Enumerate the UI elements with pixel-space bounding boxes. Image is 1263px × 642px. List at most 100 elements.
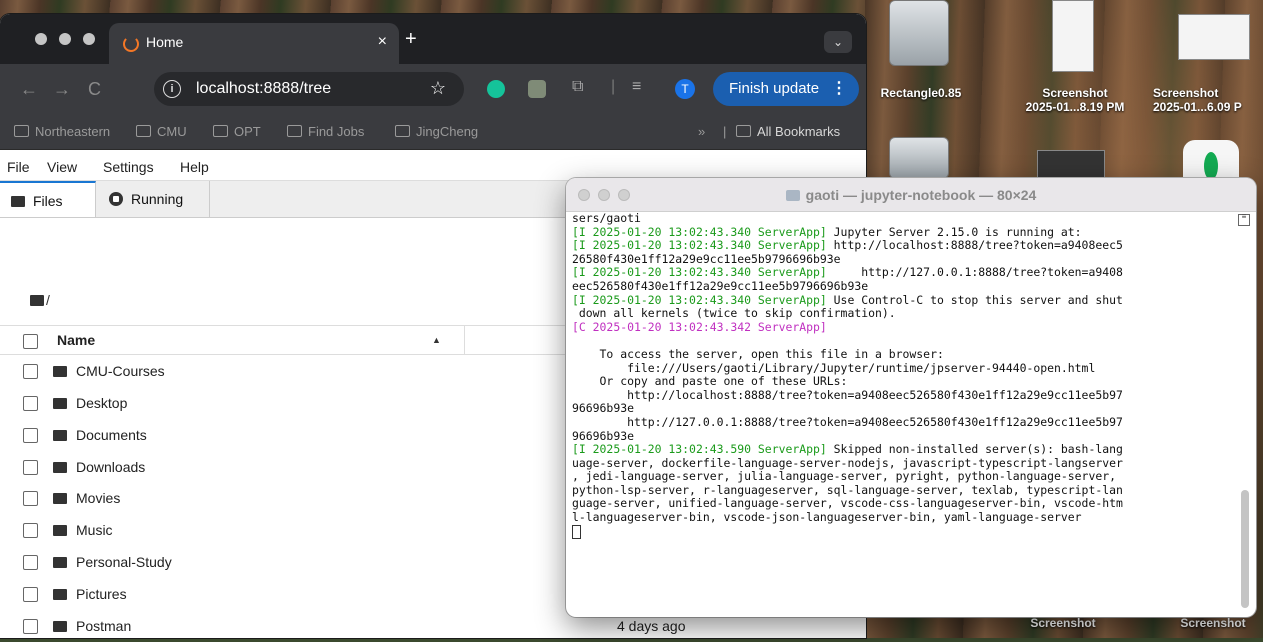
- terminal-line: eec526580f430e1ff12a29e9cc11ee5b9796696b…: [572, 279, 1232, 294]
- terminal-output[interactable]: sers/gaoti [I 2025-01-20 13:02:43.340 Ser…: [572, 211, 1232, 541]
- address-bar[interactable]: i localhost:8888/tree ☆: [154, 72, 464, 106]
- breadcrumb-root[interactable]: /: [46, 292, 50, 308]
- tab-running[interactable]: Running: [97, 181, 210, 217]
- row-checkbox[interactable]: [23, 619, 38, 634]
- row-checkbox[interactable]: [23, 396, 38, 411]
- file-name[interactable]: Pictures: [76, 586, 127, 602]
- menu-view[interactable]: View: [47, 159, 77, 175]
- bookmarks-bar: Northeastern CMU OPT Find Jobs JingCheng…: [0, 114, 866, 150]
- row-checkbox[interactable]: [23, 555, 38, 570]
- breadcrumb[interactable]: /: [30, 292, 50, 308]
- terminal-text: 26580f430e1ff12a29e9cc11ee5b9796696b93e: [572, 251, 841, 266]
- terminal-scrollbar[interactable]: [1241, 490, 1249, 608]
- all-bookmarks-button[interactable]: All Bookmarks: [736, 124, 840, 139]
- terminal-text: http://localhost:8888/tree?token=a9408ee…: [826, 238, 1123, 253]
- menu-help[interactable]: Help: [180, 159, 209, 175]
- terminal-text: l-languageserver-bin, vscode-json-langua…: [572, 510, 1082, 525]
- terminal-titlebar[interactable]: gaoti — jupyter-notebook — 80×24: [566, 178, 1256, 212]
- bookmark-star-icon[interactable]: ☆: [430, 78, 446, 99]
- reading-list-icon[interactable]: ≡: [632, 78, 650, 96]
- drive-icon[interactable]: [889, 137, 949, 179]
- leaf-icon: [1204, 152, 1218, 180]
- bookmark-cmu[interactable]: CMU: [136, 124, 187, 139]
- desktop-icon-label[interactable]: Screenshot 2025-01...8.19 PM: [1000, 86, 1150, 114]
- close-tab-icon[interactable]: ×: [378, 33, 387, 51]
- bookmarks-separator: |: [723, 124, 727, 139]
- extensions-puzzle-icon[interactable]: ⧉: [572, 78, 590, 96]
- profile-avatar[interactable]: T: [675, 79, 695, 99]
- desktop-icon-label[interactable]: Screenshot: [1163, 616, 1263, 630]
- extension-icon[interactable]: [528, 80, 546, 98]
- new-tab-button[interactable]: +: [405, 28, 417, 51]
- finish-update-button[interactable]: Finish update ⋮: [713, 72, 859, 106]
- terminal-text: [I 2025-01-20 13:02:43.340 ServerApp]: [572, 238, 827, 253]
- column-name-header[interactable]: Name: [57, 332, 95, 348]
- screenshot-thumbnail-icon[interactable]: [1178, 14, 1250, 60]
- tab-files[interactable]: Files: [0, 181, 96, 217]
- screenshot-thumbnail-icon[interactable]: [1037, 150, 1105, 180]
- sort-ascending-icon[interactable]: ▲: [432, 335, 441, 345]
- all-bookmarks-label: All Bookmarks: [757, 124, 841, 139]
- bookmark-jingcheng[interactable]: JingCheng: [395, 124, 478, 139]
- minimize-window-button[interactable]: [59, 33, 71, 45]
- file-name[interactable]: CMU-Courses: [76, 363, 165, 379]
- tab-home[interactable]: Home ×: [109, 23, 399, 64]
- terminal-line: guage-server, unified-language-server, v…: [572, 497, 1232, 511]
- close-window-button[interactable]: [35, 33, 47, 45]
- terminal-text: Or copy and paste one of these URLs:: [572, 374, 848, 389]
- zoom-window-button[interactable]: [83, 33, 95, 45]
- back-icon[interactable]: ←: [20, 79, 38, 100]
- bookmark-northeastern[interactable]: Northeastern: [14, 124, 110, 139]
- terminal-marks-icon[interactable]: ≡: [1238, 213, 1250, 226]
- grammarly-extension-icon[interactable]: [487, 80, 505, 98]
- folder-icon: [53, 462, 67, 473]
- terminal-line: [I 2025-01-20 13:02:43.590 ServerApp] Sk…: [572, 442, 1232, 457]
- folder-icon: [53, 366, 67, 377]
- bookmark-opt[interactable]: OPT: [213, 124, 261, 139]
- bookmarks-overflow-button[interactable]: »: [698, 124, 705, 139]
- desktop-icon-label[interactable]: Screenshot: [1013, 616, 1113, 630]
- bookmark-label: Find Jobs: [308, 124, 365, 139]
- desktop-icon-label[interactable]: Screenshot 2025-01...6.09 P: [1153, 86, 1263, 114]
- url-text[interactable]: localhost:8888/tree: [196, 80, 331, 98]
- desktop-icon-label[interactable]: Rectangle0.85: [871, 86, 971, 100]
- file-name[interactable]: Desktop: [76, 395, 127, 411]
- file-name[interactable]: Downloads: [76, 459, 145, 475]
- folder-icon: [213, 125, 228, 137]
- forward-icon[interactable]: →: [53, 79, 71, 100]
- reload-icon[interactable]: C: [88, 79, 101, 100]
- folder-icon: [736, 125, 751, 137]
- site-info-icon[interactable]: i: [163, 80, 181, 98]
- terminal-text: [I 2025-01-20 13:02:43.340 ServerApp]: [572, 224, 827, 239]
- more-options-icon[interactable]: ⋮: [831, 72, 847, 106]
- file-name[interactable]: Personal-Study: [76, 554, 172, 570]
- tab-strip: Home × + ⌄: [0, 14, 866, 64]
- menu-settings[interactable]: Settings: [103, 159, 154, 175]
- file-name[interactable]: Music: [76, 522, 113, 538]
- row-checkbox[interactable]: [23, 428, 38, 443]
- screenshot-thumbnail-icon[interactable]: [1052, 0, 1094, 72]
- terminal-line: , jedi-language-server, julia-language-s…: [572, 469, 1232, 484]
- row-checkbox[interactable]: [23, 460, 38, 475]
- terminal-text: [I 2025-01-20 13:02:43.590 ServerApp]: [572, 442, 827, 457]
- terminal-text: [I 2025-01-20 13:02:43.340 ServerApp]: [572, 292, 827, 307]
- tab-search-button[interactable]: ⌄: [824, 31, 852, 53]
- bookmark-find-jobs[interactable]: Find Jobs: [287, 124, 364, 139]
- row-checkbox[interactable]: [23, 587, 38, 602]
- file-name[interactable]: Postman: [76, 618, 131, 634]
- tab-title: Home: [146, 34, 184, 50]
- terminal-window[interactable]: gaoti — jupyter-notebook — 80×24 ≡ sers/…: [566, 178, 1256, 617]
- row-checkbox[interactable]: [23, 491, 38, 506]
- row-checkbox[interactable]: [23, 523, 38, 538]
- terminal-cursor-line: [572, 524, 1232, 541]
- file-name[interactable]: Documents: [76, 427, 147, 443]
- rectangle-app-icon[interactable]: [889, 0, 949, 66]
- terminal-text: To access the server, open this file in …: [572, 346, 944, 361]
- row-checkbox[interactable]: [23, 364, 38, 379]
- file-name[interactable]: Movies: [76, 490, 120, 506]
- column-divider[interactable]: [464, 326, 465, 354]
- menu-file[interactable]: File: [7, 159, 30, 175]
- terminal-text: sers/gaoti: [572, 211, 641, 225]
- select-all-checkbox[interactable]: [23, 334, 38, 349]
- terminal-line: python-lsp-server, r-languageserver, sql…: [572, 483, 1232, 498]
